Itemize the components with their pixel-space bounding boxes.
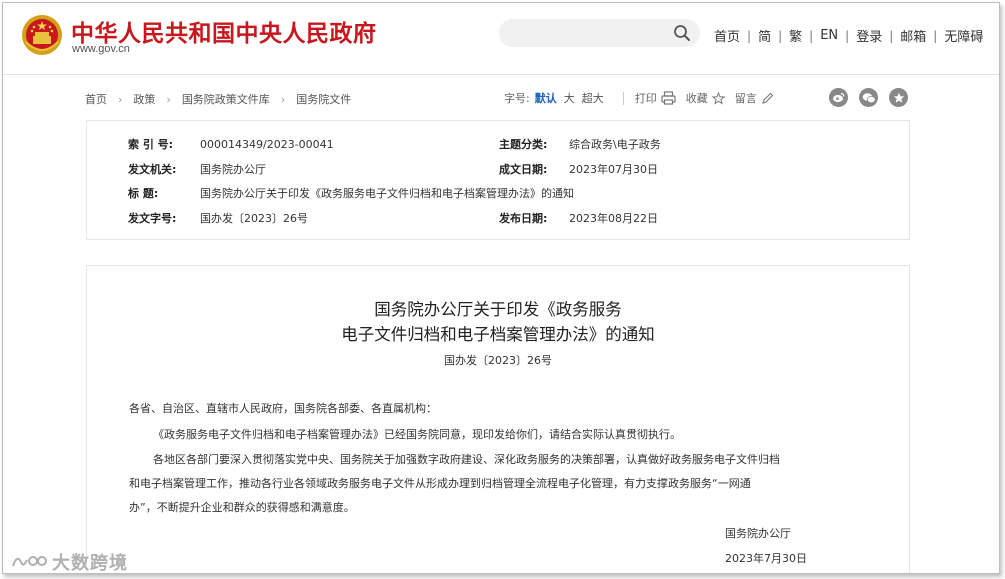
meta-issuer-value: 国务院办公厅 <box>200 163 266 176</box>
document-paragraph-2-line1: 各地区各部门要深入贯彻落实党中央、国务院关于加强数字政府建设、深化政务服务的决策… <box>153 453 780 466</box>
watermark: 大数跨境 <box>11 549 128 574</box>
font-size-xlarge[interactable]: 超大 <box>582 90 604 106</box>
breadcrumb-policy-library[interactable]: 国务院政策文件库 <box>182 91 270 107</box>
meta-docno-label: 发文字号: <box>128 212 177 225</box>
favorite-button[interactable]: 收藏 <box>686 90 725 106</box>
meta-title-row: 标 题: 国务院办公厅关于印发《政务服务电子文件归档和电子档案管理办法》的通知 <box>128 185 574 201</box>
nav-separator: | <box>747 28 752 43</box>
meta-docno-row: 发文字号: 国办发〔2023〕26号 <box>128 210 308 226</box>
breadcrumb-home[interactable]: 首页 <box>85 91 107 107</box>
font-size-large[interactable]: 大 <box>564 90 575 106</box>
chevron-right-icon: › <box>166 92 171 106</box>
meta-written-label: 成文日期: <box>499 163 548 176</box>
meta-issuer-label: 发文机关: <box>128 163 177 176</box>
search-input[interactable] <box>499 19 700 47</box>
nav-simplified-link[interactable]: 简 <box>758 26 771 45</box>
breadcrumb-policy[interactable]: 政策 <box>133 91 155 107</box>
document-number: 国办发〔2023〕26号 <box>444 354 552 367</box>
national-emblem-icon <box>22 15 62 55</box>
nav-login-link[interactable]: 登录 <box>856 26 882 45</box>
print-label: 打印 <box>634 92 657 105</box>
meta-topic-row: 主题分类: 综合政务\电子政务 <box>499 136 661 152</box>
document-metadata-panel: 索 引 号: 000014349/2023-00041 发文机关: 国务院办公厅 标… <box>86 120 910 240</box>
document-paragraph-2-line2: 和电子档案管理工作，推动各行业各领域政务服务电子文件从形成办理到归档管理全流程电… <box>129 477 751 490</box>
nav-accessibility-link[interactable]: 无障碍 <box>944 26 983 45</box>
meta-index-value: 000014349/2023-00041 <box>200 138 334 151</box>
meta-published-value: 2023年08月22日 <box>569 212 658 225</box>
document-paragraph-1: 《政务服务电子文件归档和电子档案管理办法》已经国务院同意，现印发给你们，请结合实… <box>153 428 681 441</box>
star-icon[interactable] <box>889 88 908 107</box>
meta-title-value: 国务院办公厅关于印发《政务服务电子文件归档和电子档案管理办法》的通知 <box>200 187 574 200</box>
chevron-right-icon: › <box>280 92 286 106</box>
document-salutation: 各省、自治区、直辖市人民政府，国务院各部委、各直属机构： <box>129 402 437 415</box>
document-title-line2: 电子文件归档和电子档案管理办法》的通知 <box>341 325 655 344</box>
document-signature: 国务院办公厅 <box>725 527 791 540</box>
meta-issuer-row: 发文机关: 国务院办公厅 <box>128 161 266 177</box>
font-size-default[interactable]: 默认 <box>535 90 557 106</box>
nav-home-link[interactable]: 首页 <box>714 26 740 45</box>
site-header: 中华人民共和国中央人民政府 www.gov.cn 首页 | 简 | 繁 | EN… <box>3 3 999 75</box>
meta-topic-label: 主题分类: <box>499 138 548 151</box>
toolbar-divider <box>622 91 624 105</box>
star-outline-icon <box>711 91 725 105</box>
nav-english-link[interactable]: EN <box>820 28 838 43</box>
nav-separator: | <box>933 28 938 43</box>
comment-button[interactable]: 留言 <box>735 90 774 106</box>
nav-separator: | <box>778 28 783 43</box>
document-body: 国务院办公厅关于印发《政务服务 电子文件归档和电子档案管理办法》的通知 国办发〔… <box>86 265 910 573</box>
meta-index-label: 索 引 号: <box>128 138 174 151</box>
meta-docno-value: 国办发〔2023〕26号 <box>200 212 308 225</box>
weibo-icon[interactable] <box>829 88 848 107</box>
document-sign-date: 2023年7月30日 <box>725 552 807 565</box>
pencil-icon <box>761 92 773 104</box>
meta-written-row: 成文日期: 2023年07月30日 <box>499 161 658 177</box>
document-paragraph-2-line3: 办”，不断提升企业和群众的获得感和满意度。 <box>129 501 355 514</box>
nav-separator: | <box>809 28 814 43</box>
watermark-logo-icon <box>12 556 47 567</box>
nav-mail-link[interactable]: 邮箱 <box>900 26 926 45</box>
browser-frame: 中华人民共和国中央人民政府 www.gov.cn 首页 | 简 | 繁 | EN… <box>2 2 1000 574</box>
document-title-line1: 国务院办公厅关于印发《政务服务 <box>374 300 622 319</box>
meta-written-value: 2023年07月30日 <box>569 163 658 176</box>
share-buttons <box>829 88 919 107</box>
article-toolbar: 字号: 默认 大 超大 打印 收藏 留言 <box>504 90 784 106</box>
watermark-text: 大数跨境 <box>52 553 128 574</box>
search-icon[interactable] <box>673 24 691 42</box>
top-nav: 首页 | 简 | 繁 | EN | 登录 | 邮箱 | 无障碍 <box>714 26 983 45</box>
favorite-label: 收藏 <box>685 92 708 105</box>
meta-published-label: 发布日期: <box>499 212 548 225</box>
nav-separator: | <box>889 28 894 43</box>
breadcrumb: 首页 › 政策 › 国务院政策文件库 › 国务院文件 <box>85 91 351 107</box>
printer-icon <box>661 91 676 105</box>
meta-published-row: 发布日期: 2023年08月22日 <box>499 210 658 226</box>
font-size-label: 字号: <box>504 92 530 105</box>
chevron-right-icon: › <box>118 92 123 106</box>
site-url[interactable]: www.gov.cn <box>72 43 130 55</box>
meta-index-row: 索 引 号: 000014349/2023-00041 <box>128 136 334 152</box>
nav-traditional-link[interactable]: 繁 <box>789 26 802 45</box>
wechat-icon[interactable] <box>859 88 878 107</box>
comment-label: 留言 <box>734 92 757 105</box>
print-button[interactable]: 打印 <box>635 90 676 106</box>
meta-title-label: 标 题: <box>128 187 159 200</box>
nav-separator: | <box>845 28 850 43</box>
meta-topic-value: 综合政务\电子政务 <box>569 138 661 151</box>
breadcrumb-state-council-docs[interactable]: 国务院文件 <box>296 91 351 107</box>
